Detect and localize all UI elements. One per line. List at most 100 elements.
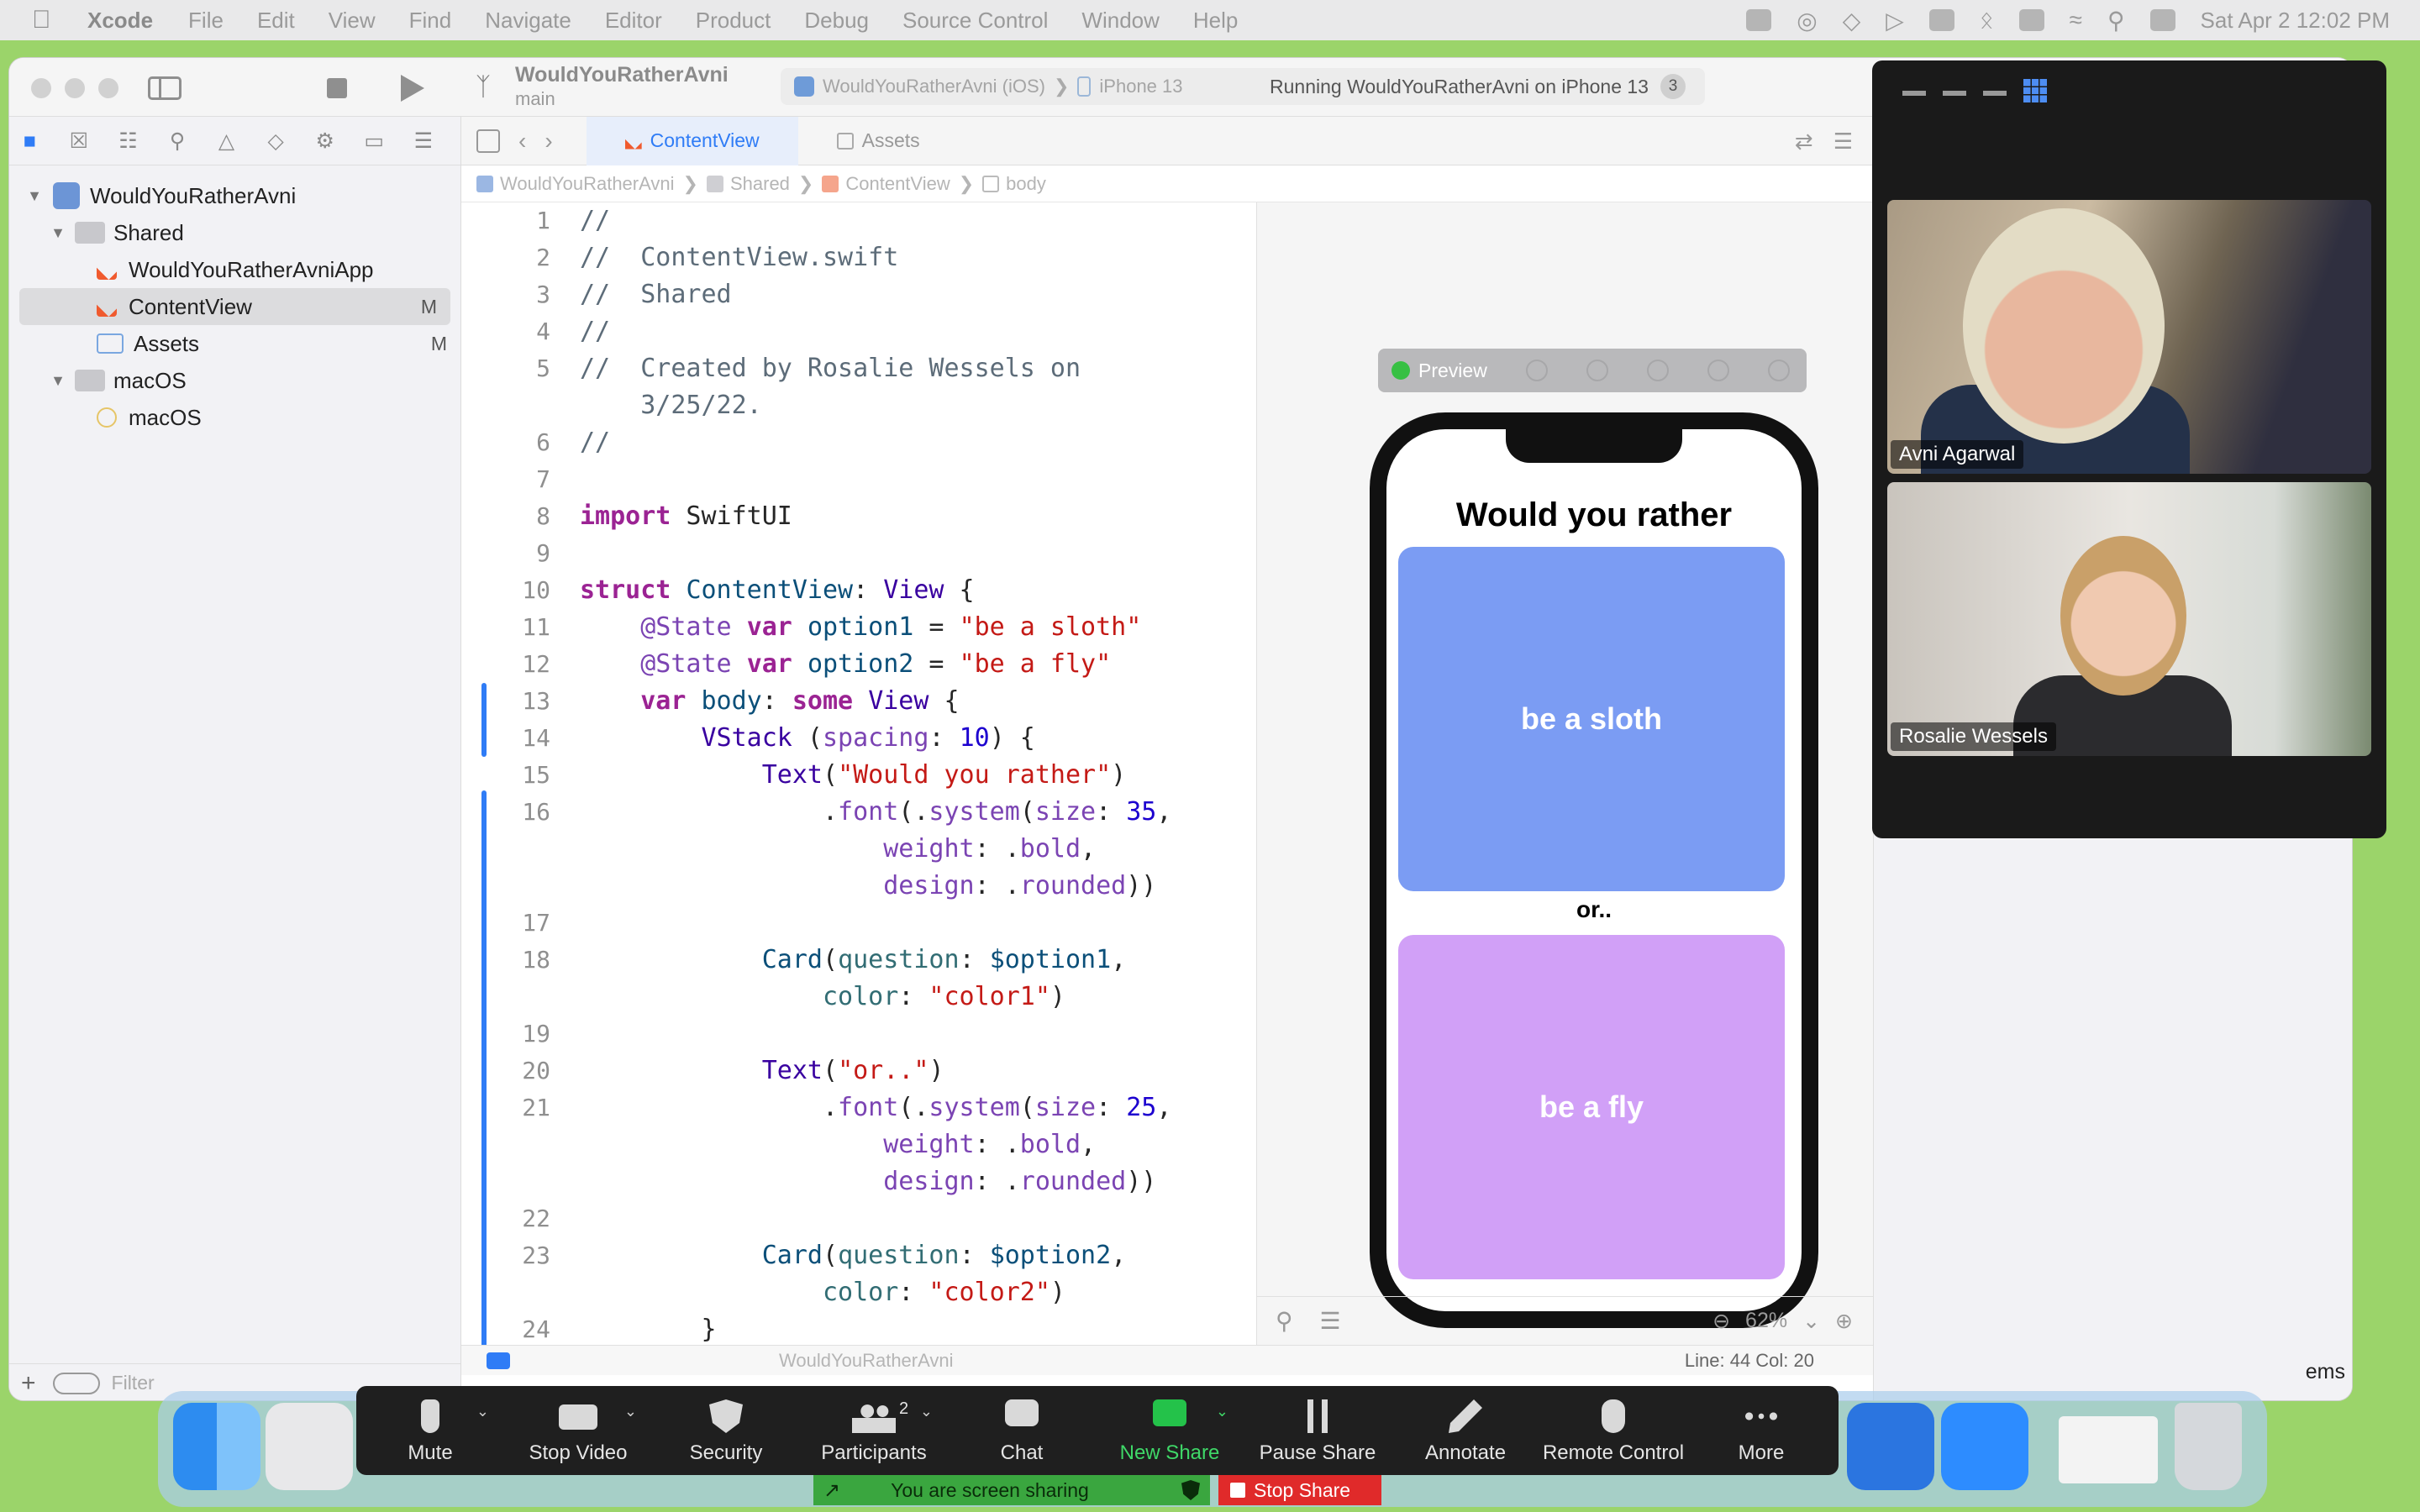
preview-dock-icon[interactable] [2059,1416,2158,1483]
remote-control-button[interactable]: Remote Control [1539,1386,1687,1475]
tree-item-macos-folder[interactable]: ▼ macOS [9,362,460,399]
menu-edit[interactable]: Edit [257,8,295,34]
chevron-down-icon[interactable]: ▼ [50,372,66,390]
apple-menu-icon[interactable]:  [32,8,57,33]
forward-arrow-icon[interactable]: › [544,128,552,155]
option-card-2[interactable]: be a fly [1398,935,1785,1279]
duplicate-icon[interactable] [1646,360,1669,381]
menu-source-control[interactable]: Source Control [902,8,1048,34]
zoom-level[interactable]: 62% [1745,1309,1787,1333]
video-tile[interactable]: Avni Agarwal [1887,200,2371,474]
xcode-dock-icon[interactable] [1847,1403,1934,1490]
zoom-out-icon[interactable]: ⊖ [1712,1309,1730,1334]
bluetooth-icon[interactable]: ᛟ [1980,7,1994,34]
dropbox-icon[interactable]: ◇ [1843,7,1861,34]
chevron-down-icon[interactable]: ⌄ [476,1403,489,1420]
add-file-icon[interactable]: + [21,1369,36,1398]
more-button[interactable]: More [1687,1386,1835,1475]
folder-icon[interactable]: ■ [18,129,42,154]
participants-button[interactable]: 2 ⌄ Participants [800,1386,948,1475]
tree-item-shared[interactable]: ▼ Shared [9,214,460,251]
chevron-down-icon[interactable]: ⌄ [1216,1403,1228,1420]
device-icon[interactable] [1707,360,1729,381]
trash-icon[interactable] [2175,1403,2242,1490]
breakpoint-icon[interactable]: ▭ [362,129,387,154]
breadcrumb-file[interactable]: ContentView [845,173,950,195]
minimize-icon[interactable] [1902,79,1926,96]
new-share-button[interactable]: ⌄ New Share [1096,1386,1244,1475]
wifi-icon[interactable]: ≈ [2070,7,2082,34]
menu-clock[interactable]: Sat Apr 2 12:02 PM [2201,8,2390,34]
swap-icon[interactable]: ⇄ [1795,129,1813,155]
pin-icon[interactable]: ⚲ [1276,1307,1293,1335]
control-center-icon[interactable] [2149,9,2175,31]
menu-window[interactable]: Window [1081,8,1159,34]
tree-item-contentview[interactable]: ContentView M [19,288,450,325]
menu-debug[interactable]: Debug [804,8,869,34]
creative-cloud-icon[interactable]: ◎ [1797,7,1817,34]
inspect-icon[interactable] [1525,360,1548,381]
tab-assets[interactable]: Assets [798,117,959,165]
menu-app-name[interactable]: Xcode [87,8,153,34]
menu-file[interactable]: File [188,8,224,34]
tree-item-assets[interactable]: Assets M [9,325,460,362]
warning-icon[interactable]: △ [214,129,239,154]
test-icon[interactable]: ◇ [264,129,288,154]
speaker-view-icon[interactable] [1943,79,1966,96]
settings-icon[interactable] [1767,360,1790,381]
gallery-view-icon[interactable] [2023,79,2047,102]
find-icon[interactable]: ⚲ [166,129,190,154]
strip-view-icon[interactable] [1983,79,2007,96]
security-button[interactable]: Security [652,1386,800,1475]
related-items-icon[interactable] [476,129,500,153]
zoom-status-icon[interactable] [1746,9,1772,31]
sidebar-toggle-icon[interactable] [148,76,182,100]
breadcrumb-project[interactable]: WouldYouRatherAvni [500,173,675,195]
filter-input[interactable]: Filter [112,1372,155,1394]
breadcrumb-folder[interactable]: Shared [730,173,790,195]
play-icon[interactable]: ▷ [1886,7,1904,34]
annotate-button[interactable]: Annotate [1392,1386,1539,1475]
launchpad-icon[interactable] [266,1403,353,1490]
menu-product[interactable]: Product [696,8,771,34]
adjust-icon[interactable]: ☰ [1320,1307,1341,1335]
zoom-in-icon[interactable]: ⊕ [1835,1309,1853,1334]
chevron-down-icon[interactable]: ▼ [50,224,66,242]
debug-icon[interactable]: ⚙ [313,129,337,154]
symbol-icon[interactable]: ☷ [116,129,140,154]
menu-navigate[interactable]: Navigate [485,8,571,34]
flag-input-icon[interactable] [1928,9,1954,31]
stop-button[interactable] [327,78,347,98]
breadcrumb-symbol[interactable]: body [1006,173,1046,195]
option-card-1[interactable]: be a sloth [1398,547,1785,891]
tree-item-macos-entitlements[interactable]: macOS [9,399,460,436]
breakpoints-toggle-icon[interactable] [487,1352,510,1369]
chevron-down-icon[interactable]: ⌄ [920,1403,933,1420]
menu-help[interactable]: Help [1193,8,1238,34]
menu-view[interactable]: View [329,8,376,34]
back-arrow-icon[interactable]: ‹ [518,128,526,155]
chevron-down-icon[interactable]: ▼ [26,187,43,205]
chevron-down-icon[interactable]: ⌄ [1802,1309,1820,1334]
stop-share-button[interactable]: Stop Share [1218,1475,1381,1505]
tab-contentview[interactable]: ContentView [586,116,798,165]
run-button[interactable] [401,75,424,102]
close-window-button[interactable] [31,78,51,98]
tree-item-app-file[interactable]: WouldYouRatherAvniApp [9,251,460,288]
chevron-down-icon[interactable]: ⌄ [624,1403,637,1420]
pause-share-button[interactable]: Pause Share [1244,1386,1392,1475]
battery-icon[interactable] [2018,9,2044,31]
zoom-window-button[interactable] [98,78,118,98]
device-name[interactable]: iPhone 13 [1099,76,1182,97]
editor-options-icon[interactable]: ☰ [1833,129,1853,155]
menu-find[interactable]: Find [409,8,452,34]
video-tile[interactable]: Rosalie Wessels [1887,482,2371,756]
issue-badge[interactable]: 3 [1660,74,1686,99]
minimize-window-button[interactable] [65,78,85,98]
finder-icon[interactable] [173,1403,260,1490]
preview-canvas[interactable]: Preview Would you rather be a sloth or..… [1256,202,1873,1345]
source-control-icon[interactable]: ☒ [67,129,92,154]
menu-editor[interactable]: Editor [605,8,662,34]
tree-item-project[interactable]: ▼ WouldYouRatherAvni [9,177,460,214]
code-editor[interactable]: 1 // 2 // ContentView.swift 3 // Shared 4 //… [461,202,1256,1345]
